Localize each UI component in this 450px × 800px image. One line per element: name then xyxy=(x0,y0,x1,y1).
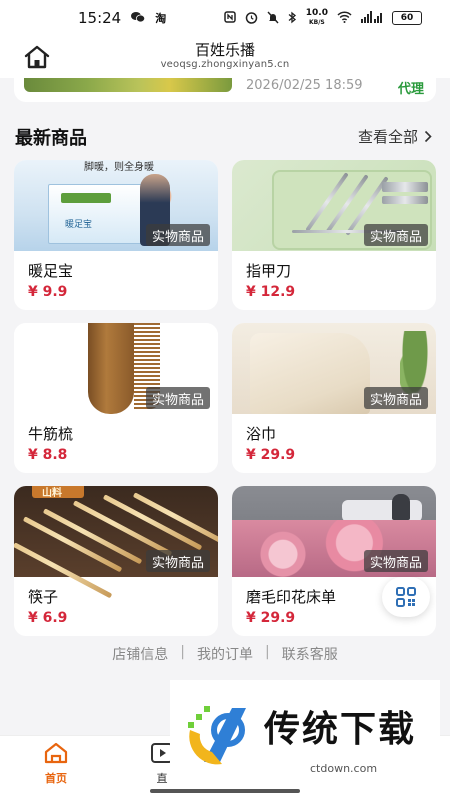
status-time: 15:24 xyxy=(78,9,122,27)
signal-icon xyxy=(361,11,383,25)
product-card[interactable]: 实物商品 指甲刀 ¥ 12.9 xyxy=(232,160,436,310)
product-price: ¥ 29.9 xyxy=(246,447,296,463)
product-badge: 实物商品 xyxy=(145,550,210,572)
tab-home[interactable]: 首页 xyxy=(26,742,86,786)
home-indicator[interactable] xyxy=(150,789,300,793)
image-text: 暖足宝 xyxy=(65,220,93,230)
product-name: 牛筋梳 xyxy=(28,425,74,443)
wechat-icon xyxy=(131,11,146,25)
nfc-icon xyxy=(224,11,236,25)
image-text: 脚暖，则全身暖 xyxy=(84,162,154,173)
view-all-link[interactable]: 查看全部 xyxy=(358,126,432,147)
footer-separator: | xyxy=(180,644,185,660)
product-card[interactable]: 山料 实物商品 筷子 ¥ 6.9 xyxy=(14,486,218,636)
store-info-link[interactable]: 店铺信息 xyxy=(112,644,168,664)
app-header: 百姓乐播 veoqsg.zhongxinyan5.cn xyxy=(0,36,450,78)
product-badge: 实物商品 xyxy=(145,224,210,246)
network-speed: 10.0 KB/S xyxy=(305,8,328,27)
product-name: 暖足宝 xyxy=(28,262,74,280)
product-name: 磨毛印花床单 xyxy=(246,588,337,606)
product-badge: 实物商品 xyxy=(363,387,428,409)
product-price: ¥ 9.9 xyxy=(28,284,68,300)
section-title: 最新商品 xyxy=(15,128,87,149)
taobao-icon: 淘 xyxy=(155,11,167,25)
app-domain: veoqsg.zhongxinyan5.cn xyxy=(160,59,290,70)
watermark: 传统下载 ctdown.com xyxy=(170,680,440,790)
product-card[interactable]: 实物商品 浴巾 ¥ 29.9 xyxy=(232,323,436,473)
footer-separator: | xyxy=(265,644,270,660)
category-grid-button[interactable] xyxy=(382,577,430,617)
app-title: 百姓乐播 xyxy=(194,41,255,59)
watermark-text: 传统下载 xyxy=(264,709,417,750)
product-badge: 实物商品 xyxy=(145,387,210,409)
watermark-logo-icon xyxy=(188,706,246,765)
grid-icon xyxy=(396,587,416,607)
bluetooth-icon xyxy=(288,11,297,26)
chevron-right-icon xyxy=(424,130,432,143)
my-orders-link[interactable]: 我的订单 xyxy=(197,644,253,664)
product-name: 筷子 xyxy=(28,588,59,606)
product-badge: 实物商品 xyxy=(363,550,428,572)
image-text: 山料 xyxy=(42,488,62,499)
product-price: ¥ 6.9 xyxy=(28,610,68,626)
product-name: 浴巾 xyxy=(246,425,277,443)
product-price: ¥ 29.9 xyxy=(246,610,296,626)
agent-card-date: 2026/02/25 18:59 xyxy=(246,78,363,93)
agent-card-image xyxy=(24,78,232,92)
agent-card[interactable]: 2026/02/25 18:59 代理 xyxy=(14,78,436,102)
alarm-icon xyxy=(245,11,258,26)
home-icon xyxy=(44,742,68,764)
battery-indicator: 60 xyxy=(392,11,422,25)
view-all-label: 查看全部 xyxy=(357,128,418,146)
product-name: 指甲刀 xyxy=(246,262,292,280)
product-price: ¥ 12.9 xyxy=(246,284,296,300)
mute-icon xyxy=(267,11,279,26)
product-card[interactable]: 脚暖，则全身暖 暖足宝 实物商品 暖足宝 ¥ 9.9 xyxy=(14,160,218,310)
wifi-icon xyxy=(337,11,352,25)
footer-links: 店铺信息 | 我的订单 | 联系客服 xyxy=(0,644,450,664)
status-bar: 15:24 淘 10.0 KB/S 60 xyxy=(0,0,450,36)
watermark-url: ctdown.com xyxy=(310,762,378,775)
product-card[interactable]: 实物商品 牛筋梳 ¥ 8.8 xyxy=(14,323,218,473)
product-price: ¥ 8.8 xyxy=(28,447,68,463)
product-badge: 实物商品 xyxy=(363,224,428,246)
tab-label: 首页 xyxy=(45,772,67,785)
agent-card-tag: 代理 xyxy=(397,82,424,97)
contact-service-link[interactable]: 联系客服 xyxy=(282,644,338,664)
